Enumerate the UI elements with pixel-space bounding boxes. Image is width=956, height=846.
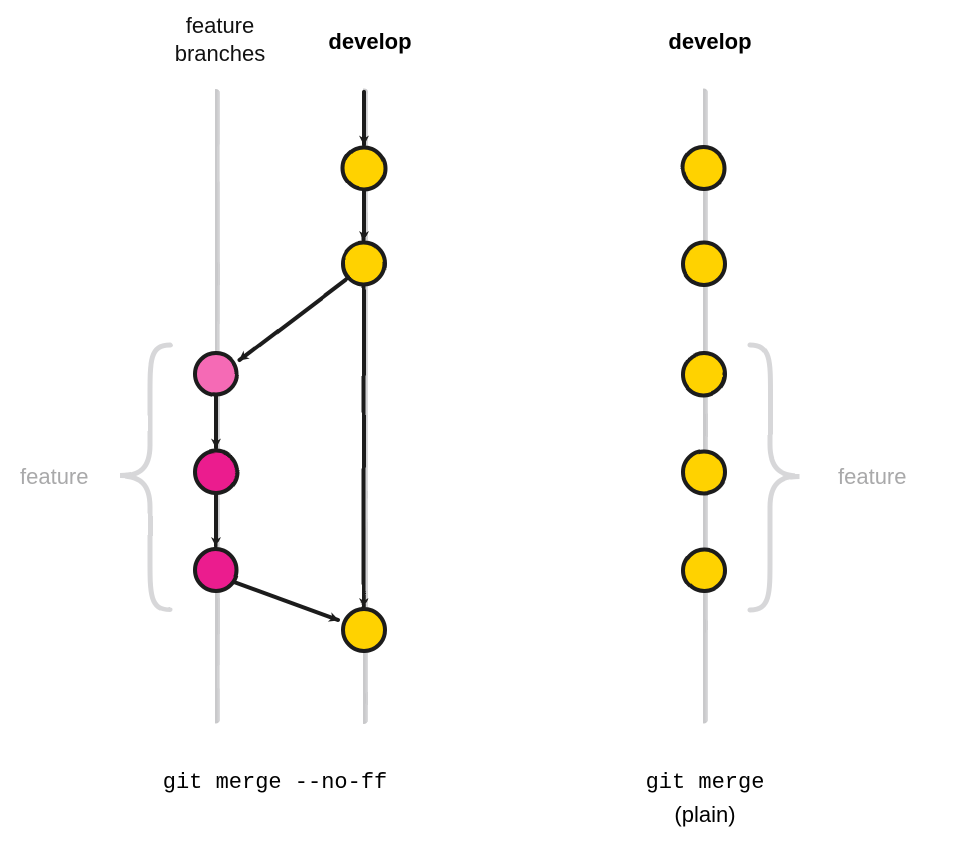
commit-right-d5 — [683, 549, 725, 591]
header-develop-left: develop — [310, 28, 430, 56]
commit-left-f1 — [195, 353, 237, 395]
commit-right-d4 — [683, 451, 725, 493]
header-feature-branches: feature branches — [160, 12, 280, 67]
commit-left-d2 — [343, 243, 385, 285]
caption-right-command: git merge — [595, 770, 815, 795]
brace-label-right: feature — [838, 464, 907, 490]
caption-left-command: git merge --no-ff — [125, 770, 425, 795]
commit-left-f3 — [195, 549, 237, 591]
brace-left-icon — [120, 345, 170, 610]
header-develop-right: develop — [650, 28, 770, 56]
caption-right-sub: (plain) — [595, 802, 815, 828]
brace-label-left: feature — [20, 464, 89, 490]
commit-left-merge — [343, 609, 385, 651]
git-merge-diagram — [0, 0, 956, 846]
commit-right-d2 — [683, 243, 725, 285]
edge-f3-merge — [234, 582, 338, 620]
brace-right-icon — [750, 345, 800, 610]
commit-left-d1 — [343, 147, 385, 189]
header-feature-branches-line1: feature — [186, 13, 255, 38]
header-feature-branches-line2: branches — [175, 41, 266, 66]
commit-right-d3 — [683, 353, 725, 395]
commit-right-d1 — [683, 147, 725, 189]
edge-d2-f1 — [240, 278, 348, 360]
commit-left-f2 — [195, 451, 237, 493]
